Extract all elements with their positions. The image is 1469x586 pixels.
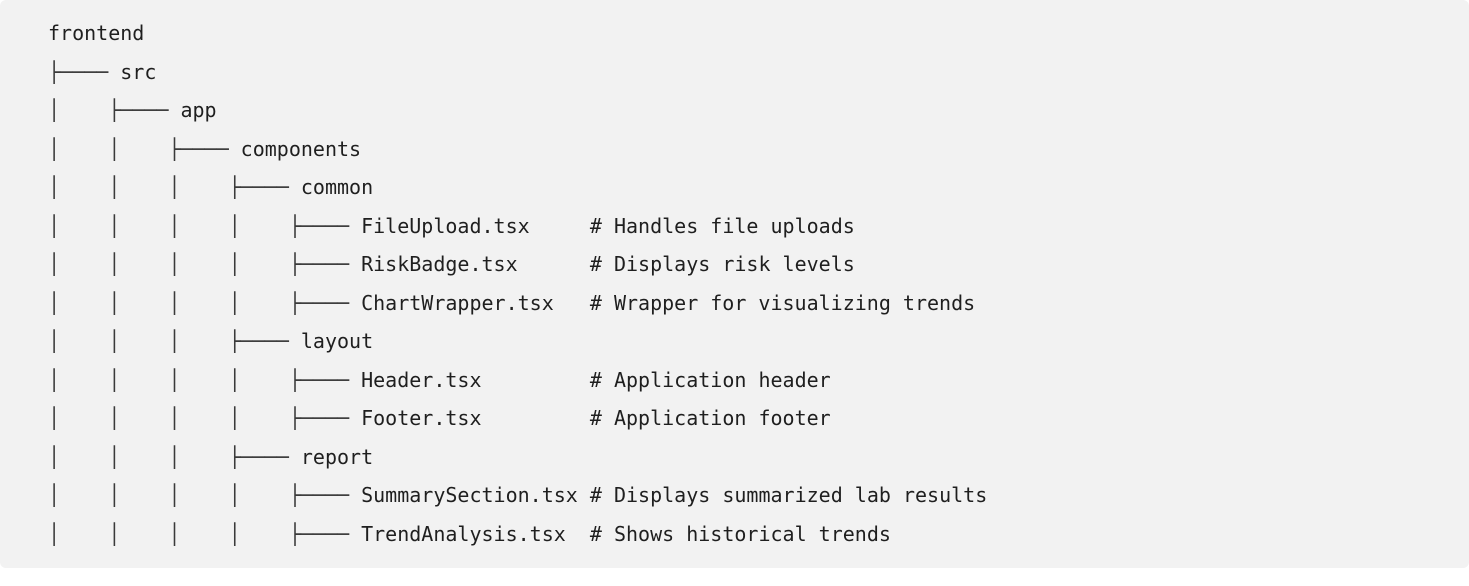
tree-node-name: layout <box>300 329 374 353</box>
tree-padding <box>566 522 590 546</box>
tree-node-name: Footer.tsx <box>361 406 482 430</box>
tree-node-name: SummarySection.tsx <box>361 483 578 507</box>
tree-node-name: components <box>240 136 362 161</box>
tree-padding <box>530 214 590 238</box>
tree-node-name: frontend <box>48 21 145 45</box>
tree-comment: # Handles file uploads <box>589 213 855 238</box>
tree-padding <box>578 483 590 507</box>
tree-line: │ │ │ │ ├──── SummarySection.tsx # Displ… <box>48 476 1469 515</box>
tree-line: ├──── src <box>48 53 1469 92</box>
tree-line: │ ├──── app <box>48 91 1469 130</box>
tree-node-name: Header.tsx <box>361 367 482 392</box>
tree-comment: # Displays risk levels <box>589 252 855 276</box>
tree-line: │ │ │ │ ├──── Header.tsx # Application h… <box>48 361 1469 400</box>
tree-comment: # Wrapper for visualizing trends <box>589 290 976 315</box>
tree-line: │ │ │ │ ├──── RiskBadge.tsx # Displays r… <box>48 245 1469 284</box>
tree-padding <box>518 252 590 276</box>
tree-line: │ │ │ │ ├──── ChartWrapper.tsx # Wrapper… <box>48 284 1469 323</box>
tree-padding <box>482 406 590 430</box>
tree-node-name: ChartWrapper.tsx <box>361 290 554 315</box>
tree-comment: # Shows historical trends <box>589 521 891 546</box>
tree-node-name: TrendAnalysis.tsx <box>361 521 566 546</box>
tree-comment: # Displays summarized lab results <box>589 483 988 507</box>
tree-node-name: common <box>300 175 374 199</box>
tree-guide: │ │ │ ├──── <box>48 175 301 199</box>
tree-comment: # Application header <box>589 367 831 392</box>
tree-guide: │ │ │ │ ├──── <box>48 406 362 430</box>
tree-node-name: FileUpload.tsx <box>361 213 530 238</box>
tree-line: │ │ │ ├──── layout <box>48 322 1469 361</box>
tree-line: │ │ │ ├──── report <box>48 438 1469 477</box>
tree-line: │ │ ├──── components <box>48 130 1469 169</box>
tree-guide: │ │ │ │ ├──── <box>48 213 362 238</box>
tree-guide: │ │ │ ├──── <box>48 444 301 469</box>
tree-node-name: src <box>120 59 157 84</box>
tree-guide: │ │ │ │ ├──── <box>48 367 362 392</box>
code-block: frontend ├──── src │ ├──── app │ │ ├────… <box>0 0 1469 568</box>
tree-guide: │ │ │ ├──── <box>48 329 301 353</box>
directory-tree: frontend ├──── src │ ├──── app │ │ ├────… <box>48 14 1469 553</box>
tree-guide: │ │ │ │ ├──── <box>48 252 362 276</box>
tree-padding <box>482 368 590 392</box>
tree-line: frontend <box>48 14 1469 53</box>
tree-comment: # Application footer <box>589 406 831 430</box>
tree-node-name: RiskBadge.tsx <box>361 252 518 276</box>
tree-guide: │ │ ├──── <box>48 136 241 161</box>
tree-node-name: report <box>300 444 374 469</box>
tree-guide: │ │ │ │ ├──── <box>48 521 362 546</box>
tree-line: │ │ │ │ ├──── FileUpload.tsx # Handles f… <box>48 207 1469 246</box>
tree-line: │ │ │ │ ├──── Footer.tsx # Application f… <box>48 399 1469 438</box>
tree-guide: ├──── <box>48 59 121 84</box>
tree-guide: │ ├──── <box>48 98 181 122</box>
tree-line: │ │ │ │ ├──── TrendAnalysis.tsx # Shows … <box>48 515 1469 554</box>
tree-node-name: app <box>180 98 217 122</box>
tree-guide: │ │ │ │ ├──── <box>48 483 362 507</box>
tree-line: │ │ │ ├──── common <box>48 168 1469 207</box>
tree-guide: │ │ │ │ ├──── <box>48 290 362 315</box>
tree-padding <box>554 291 590 315</box>
